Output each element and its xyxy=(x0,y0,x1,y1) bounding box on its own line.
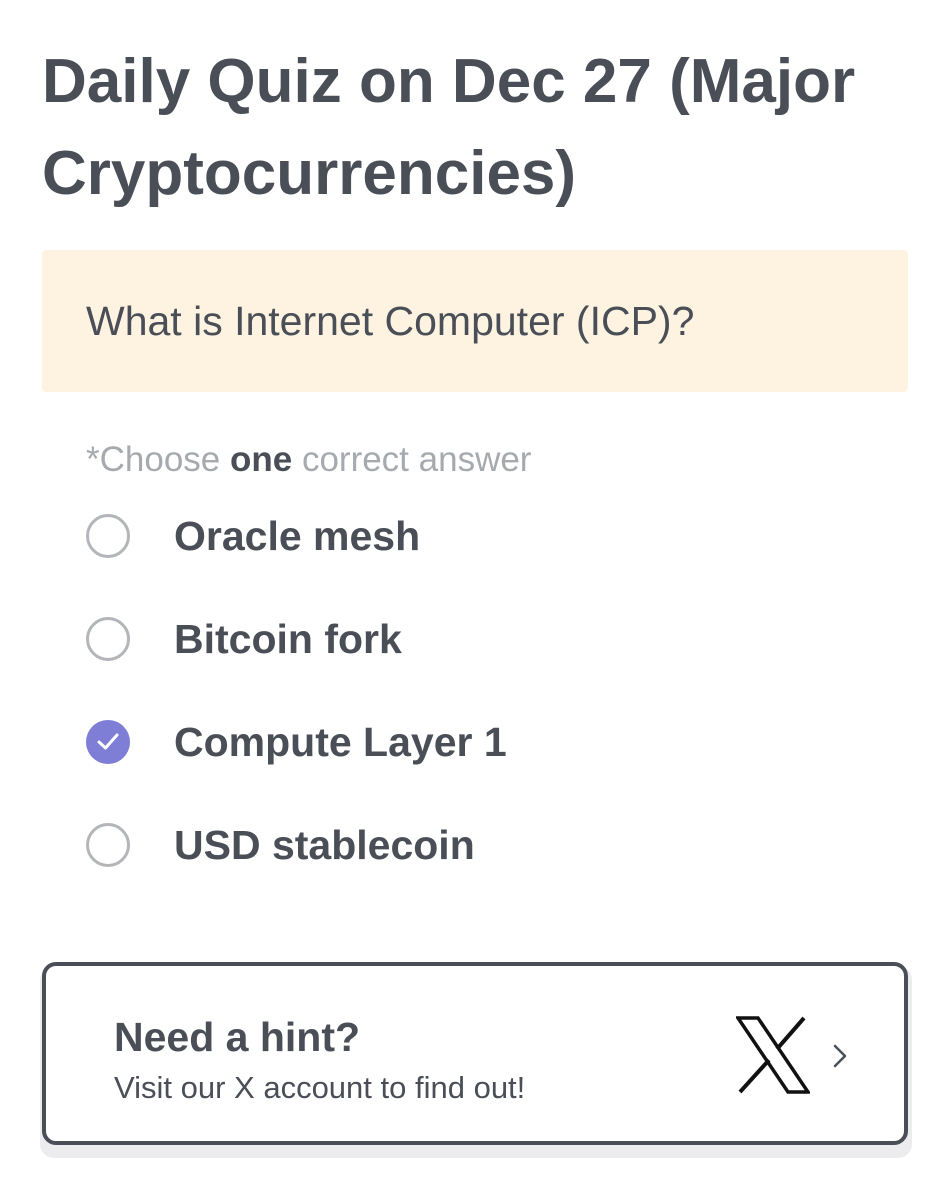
answer-option-bitcoin-fork[interactable]: Bitcoin fork xyxy=(86,587,906,690)
hint-subtitle: Visit our X account to find out! xyxy=(114,1070,526,1105)
hint-card[interactable]: Need a hint? Visit our X account to find… xyxy=(42,962,908,1145)
question-text: What is Internet Computer (ICP)? xyxy=(86,298,695,344)
instruction-prefix: *Choose xyxy=(86,440,230,479)
x-logo-icon xyxy=(736,1016,810,1094)
instruction-emphasis: one xyxy=(229,440,293,479)
option-label: Bitcoin fork xyxy=(174,616,402,662)
option-label: Compute Layer 1 xyxy=(174,719,507,765)
answer-option-usd-stablecoin[interactable]: USD stablecoin xyxy=(86,793,906,896)
radio-unchecked-icon[interactable] xyxy=(86,514,130,558)
instruction-suffix: correct answer xyxy=(292,440,532,479)
radio-unchecked-icon[interactable] xyxy=(86,823,130,867)
page-title: Daily Quiz on Dec 27 (Major Cryptocurren… xyxy=(42,47,856,208)
answer-option-oracle-mesh[interactable]: Oracle mesh xyxy=(86,484,906,587)
hint-title: Need a hint? xyxy=(114,1014,361,1060)
question-box: What is Internet Computer (ICP)? xyxy=(42,250,908,392)
option-label: USD stablecoin xyxy=(174,822,475,868)
radio-checked-icon[interactable] xyxy=(86,720,130,764)
answer-option-compute-layer-1[interactable]: Compute Layer 1 xyxy=(86,690,906,793)
option-label: Oracle mesh xyxy=(174,513,421,559)
answer-options: Oracle mesh Bitcoin fork Compute Layer 1… xyxy=(86,484,906,896)
checkmark-icon xyxy=(97,733,119,750)
answer-instruction: *Choose one correct answer xyxy=(86,438,531,482)
radio-unchecked-icon[interactable] xyxy=(86,617,130,661)
chevron-right-icon xyxy=(833,1044,847,1068)
